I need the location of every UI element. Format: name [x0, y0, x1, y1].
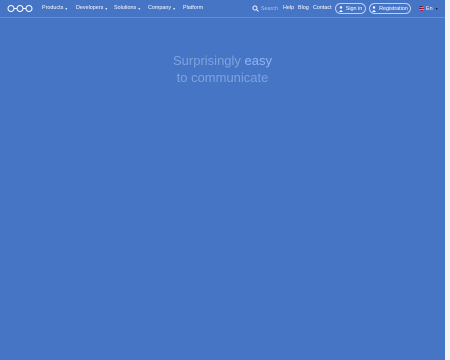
chevron-down-icon: ▾ — [173, 6, 176, 11]
chevron-down-icon: ▾ — [65, 6, 68, 11]
nav-platform[interactable]: Platform — [183, 4, 203, 13]
top-navigation: Products ▾ Developers ▾ Solutions ▾ Company… — [0, 0, 445, 18]
nav-solutions[interactable]: Solutions ▾ — [114, 4, 140, 13]
sign-in-label: Sign in — [345, 5, 363, 12]
hero-line-2: to communicate — [176, 70, 269, 85]
language-selector[interactable]: En ▾ — [419, 4, 438, 13]
nav-platform-label: Platform — [183, 5, 204, 11]
nav-link-blog[interactable]: Blog — [298, 4, 309, 13]
page: Products ▾ Developers ▾ Solutions ▾ Company… — [0, 0, 445, 360]
page-scrollbar[interactable] — [445, 0, 450, 360]
nav-products[interactable]: Products ▾ — [42, 4, 67, 13]
hero-line-1-prefix: Surprisingly — [173, 53, 245, 68]
nav-products-label: Products — [42, 5, 64, 11]
nav-developers[interactable]: Developers ▾ — [76, 4, 107, 13]
nav-solutions-label: Solutions — [114, 5, 137, 11]
nav-company[interactable]: Company ▾ — [148, 4, 175, 13]
hero-line-1: Surprisingly easy — [0, 52, 445, 69]
user-icon — [338, 5, 343, 12]
search-icon — [252, 5, 259, 12]
nav-developers-label: Developers — [76, 5, 104, 11]
registration-button[interactable]: Registration — [369, 3, 411, 14]
chevron-down-icon: ▾ — [138, 6, 141, 11]
chevron-down-icon: ▾ — [105, 6, 108, 11]
search-label: Search — [260, 5, 278, 12]
sign-in-button[interactable]: Sign in — [335, 3, 366, 14]
search-button[interactable]: Search — [252, 4, 278, 13]
hero-highlight-word: easy — [244, 53, 272, 68]
nav-link-contact[interactable]: Contact — [313, 4, 332, 13]
registration-label: Registration — [379, 5, 408, 12]
infinity-logo[interactable] — [7, 4, 33, 13]
nav-link-help[interactable]: Help — [283, 4, 294, 13]
nav-company-label: Company — [148, 5, 172, 11]
chevron-down-icon: ▾ — [435, 6, 438, 11]
hero-headline: Surprisingly easy to communicate — [0, 52, 445, 86]
user-icon — [372, 5, 376, 12]
flag-icon — [419, 6, 424, 11]
language-label: En — [426, 5, 433, 12]
